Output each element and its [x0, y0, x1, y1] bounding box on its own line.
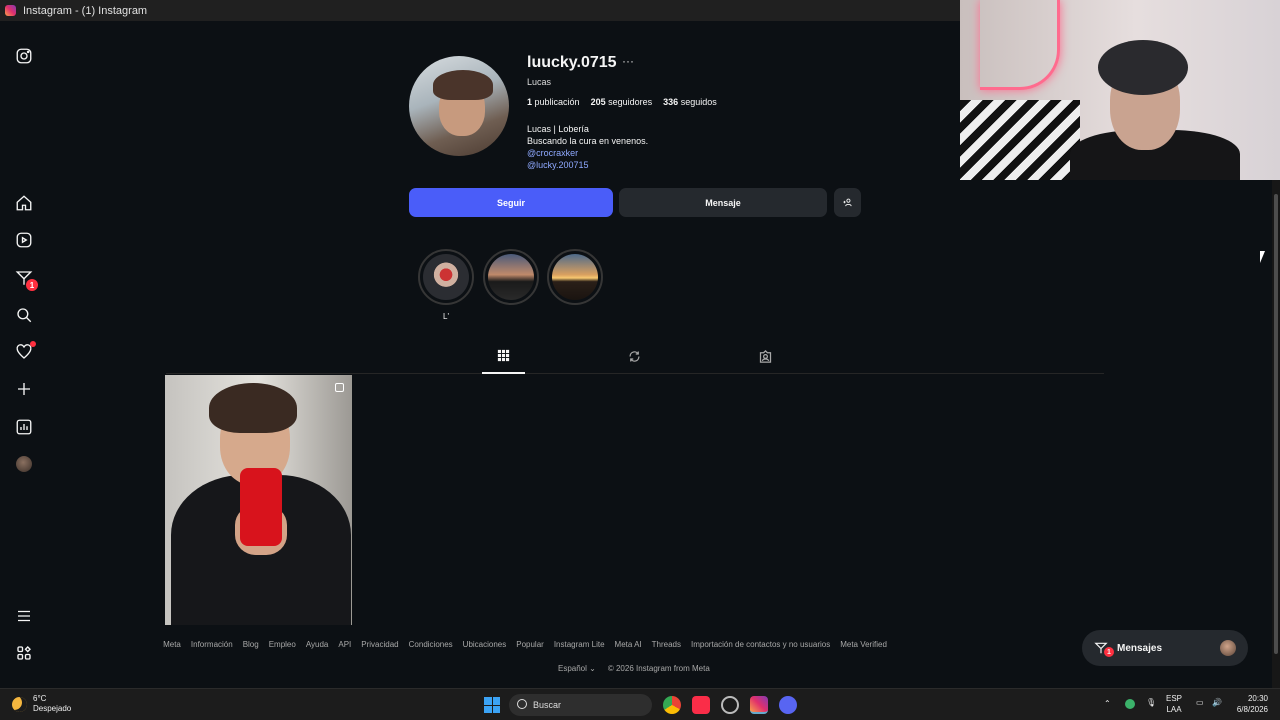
bio-mention-link[interactable]: @crocraxker: [527, 147, 648, 159]
reposts-icon: [629, 351, 640, 362]
chevron-up-icon[interactable]: ⌃: [1104, 698, 1111, 709]
instagram-taskbar-icon[interactable]: [750, 696, 768, 714]
profile-picture[interactable]: [409, 56, 509, 156]
avatar: [16, 456, 32, 472]
footer-link[interactable]: Condiciones: [409, 640, 453, 649]
tagged-icon: [759, 349, 772, 363]
messages-pill[interactable]: 1 Mensajes: [1082, 630, 1248, 666]
followers-stat[interactable]: 205 seguidores: [591, 97, 653, 107]
highlight-label: L': [443, 312, 449, 321]
weather-desc: Despejado: [33, 704, 72, 713]
more-options-icon[interactable]: ···: [622, 54, 634, 68]
messages-label: Mensajes: [1117, 642, 1163, 654]
discord-icon[interactable]: [779, 696, 797, 714]
footer-link[interactable]: Threads: [652, 640, 681, 649]
notification-dot: [30, 341, 36, 347]
app-icon[interactable]: [721, 696, 739, 714]
avatar: [1220, 640, 1236, 656]
language-selector[interactable]: Español ⌄: [558, 664, 596, 673]
bio-line: Lucas | Lobería: [527, 124, 589, 134]
music-icon[interactable]: [692, 696, 710, 714]
messages-icon[interactable]: 1: [14, 268, 38, 291]
tab-tagged[interactable]: [744, 339, 787, 374]
footer-link[interactable]: Empleo: [269, 640, 296, 649]
suggest-user-button[interactable]: [834, 188, 861, 217]
weather-temp: 6°C: [33, 694, 47, 703]
profile-stats: 1 publicación 205 seguidores 336 seguido…: [527, 97, 717, 107]
profile-tabs: [166, 339, 1104, 374]
message-button[interactable]: Mensaje: [619, 188, 827, 217]
story-highlight[interactable]: [418, 249, 474, 305]
story-highlight[interactable]: [547, 249, 603, 305]
weather-widget[interactable]: 6°C Despejado: [12, 694, 71, 714]
footer-link[interactable]: Importación de contactos y no usuarios: [691, 640, 830, 649]
instagram-logo-icon[interactable]: [14, 46, 34, 66]
chrome-icon[interactable]: [663, 696, 681, 714]
profile-avatar[interactable]: [14, 454, 34, 474]
copyright-text: © 2026 Instagram from Meta: [607, 664, 710, 673]
profile-bio: Lucas | Lobería Buscando la cura en vene…: [527, 123, 648, 171]
search-icon: [517, 699, 527, 709]
language-indicator[interactable]: ESP LAA: [1166, 693, 1182, 715]
profile-full-name: Lucas: [527, 77, 552, 87]
clock[interactable]: 20:30 6/8/2026: [1232, 693, 1268, 715]
network-icon[interactable]: ▭: [1196, 697, 1204, 708]
taskbar-search[interactable]: Buscar: [509, 694, 652, 716]
messages-badge: 1: [1104, 647, 1114, 657]
posts-grid-icon: [497, 349, 510, 362]
footer-link[interactable]: Popular: [516, 640, 544, 649]
footer-link[interactable]: API: [338, 640, 351, 649]
tab-posts[interactable]: [482, 339, 525, 374]
footer-link[interactable]: Meta Verified: [840, 640, 887, 649]
windows-start-icon[interactable]: [484, 697, 500, 713]
story-highlight[interactable]: [483, 249, 539, 305]
following-stat[interactable]: 336 seguidos: [663, 97, 717, 107]
tab-reposts[interactable]: [613, 339, 656, 374]
taskbar: 6°C Despejado Buscar ⌃ 🎙 ESP LAA ▭ 🔊 20:3…: [0, 688, 1280, 720]
footer-copyright-row: Español ⌄ © 2026 Instagram from Meta: [558, 664, 710, 673]
page-scrollbar[interactable]: [1272, 180, 1280, 688]
footer-link[interactable]: Ubicaciones: [463, 640, 507, 649]
reels-icon[interactable]: [14, 230, 34, 250]
instagram-app-icon: [5, 5, 16, 16]
scrollbar-thumb[interactable]: [1274, 194, 1278, 654]
window-title: Instagram - (1) Instagram: [23, 4, 148, 17]
footer-link[interactable]: Instagram Lite: [554, 640, 605, 649]
create-icon[interactable]: [14, 379, 34, 399]
footer-link[interactable]: Ayuda: [306, 640, 329, 649]
footer-link[interactable]: Blog: [243, 640, 259, 649]
posts-stat: 1 publicación: [527, 97, 580, 107]
menu-icon[interactable]: [14, 606, 34, 626]
sidebar: 1: [0, 21, 48, 688]
notifications-icon[interactable]: [14, 341, 36, 362]
volume-icon[interactable]: 🔊: [1212, 697, 1222, 708]
profile-username: luucky.0715: [527, 54, 617, 71]
follow-button[interactable]: Seguir: [409, 188, 613, 217]
footer-link[interactable]: Información: [191, 640, 233, 649]
footer-link[interactable]: Meta AI: [615, 640, 642, 649]
add-person-icon: [843, 198, 852, 207]
status-icon[interactable]: [1125, 699, 1135, 709]
search-icon[interactable]: [14, 305, 34, 325]
messages-badge: 1: [26, 279, 38, 291]
post-thumbnail[interactable]: [165, 375, 352, 625]
moon-icon: [12, 696, 27, 712]
home-icon[interactable]: [14, 193, 34, 213]
bio-line: Buscando la cura en venenos.: [527, 136, 649, 146]
multi-photo-icon: [335, 383, 344, 392]
dashboard-icon[interactable]: [14, 417, 34, 437]
search-placeholder: Buscar: [533, 700, 562, 710]
more-apps-icon[interactable]: [14, 643, 34, 663]
bio-mention-link[interactable]: @lucky.200715: [527, 159, 648, 171]
microphone-icon[interactable]: 🎙: [1146, 697, 1156, 708]
mouse-cursor: [1260, 251, 1265, 263]
chevron-down-icon: ⌄: [589, 664, 596, 673]
footer-link[interactable]: Meta: [163, 640, 181, 649]
webcam-overlay: [960, 0, 1280, 180]
footer-link[interactable]: Privacidad: [361, 640, 398, 649]
